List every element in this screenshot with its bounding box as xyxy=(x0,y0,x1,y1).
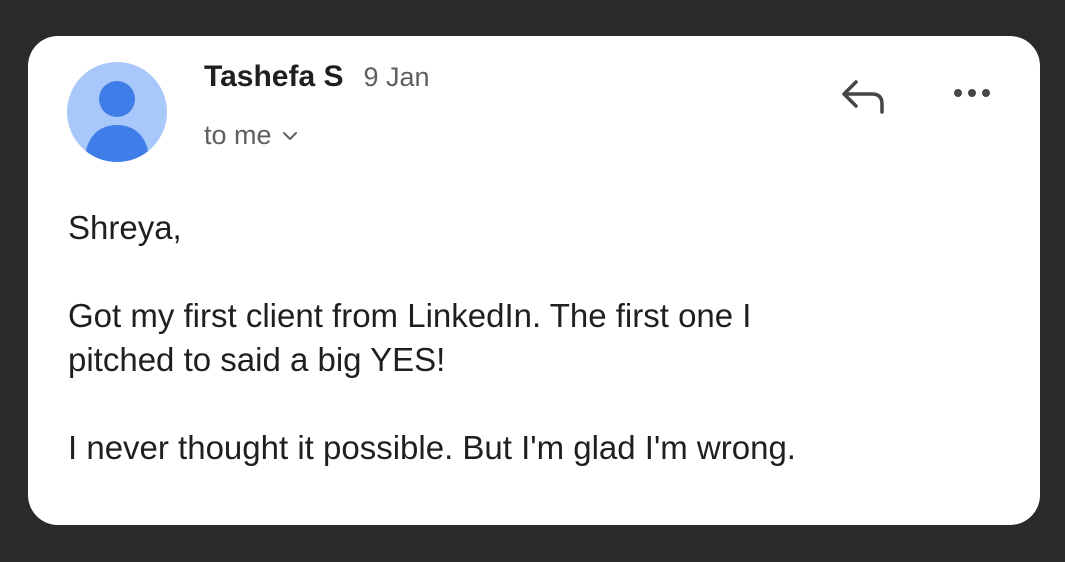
reply-button[interactable] xyxy=(836,72,892,118)
email-date: 9 Jan xyxy=(363,62,430,92)
email-body: Shreya, Got my first client from LinkedI… xyxy=(68,206,1000,470)
more-options-button[interactable] xyxy=(942,78,1002,108)
email-paragraph: Got my first client from LinkedIn. The f… xyxy=(68,297,752,378)
email-card: Tashefa S 9 Jan to me Shreya, Got my fir… xyxy=(28,36,1040,525)
sender-row: Tashefa S 9 Jan xyxy=(204,60,430,94)
chevron-down-icon xyxy=(282,130,298,142)
recipient-label: to me xyxy=(204,120,272,150)
sender-avatar[interactable] xyxy=(67,62,167,162)
person-icon xyxy=(85,81,149,162)
recipient-details-toggle[interactable]: to me xyxy=(204,120,298,151)
reply-icon xyxy=(842,80,884,114)
email-greeting: Shreya, xyxy=(68,209,182,246)
sender-name[interactable]: Tashefa S xyxy=(204,60,344,94)
email-paragraph: I never thought it possible. But I'm gla… xyxy=(68,429,796,466)
more-horizontal-icon xyxy=(954,89,990,97)
